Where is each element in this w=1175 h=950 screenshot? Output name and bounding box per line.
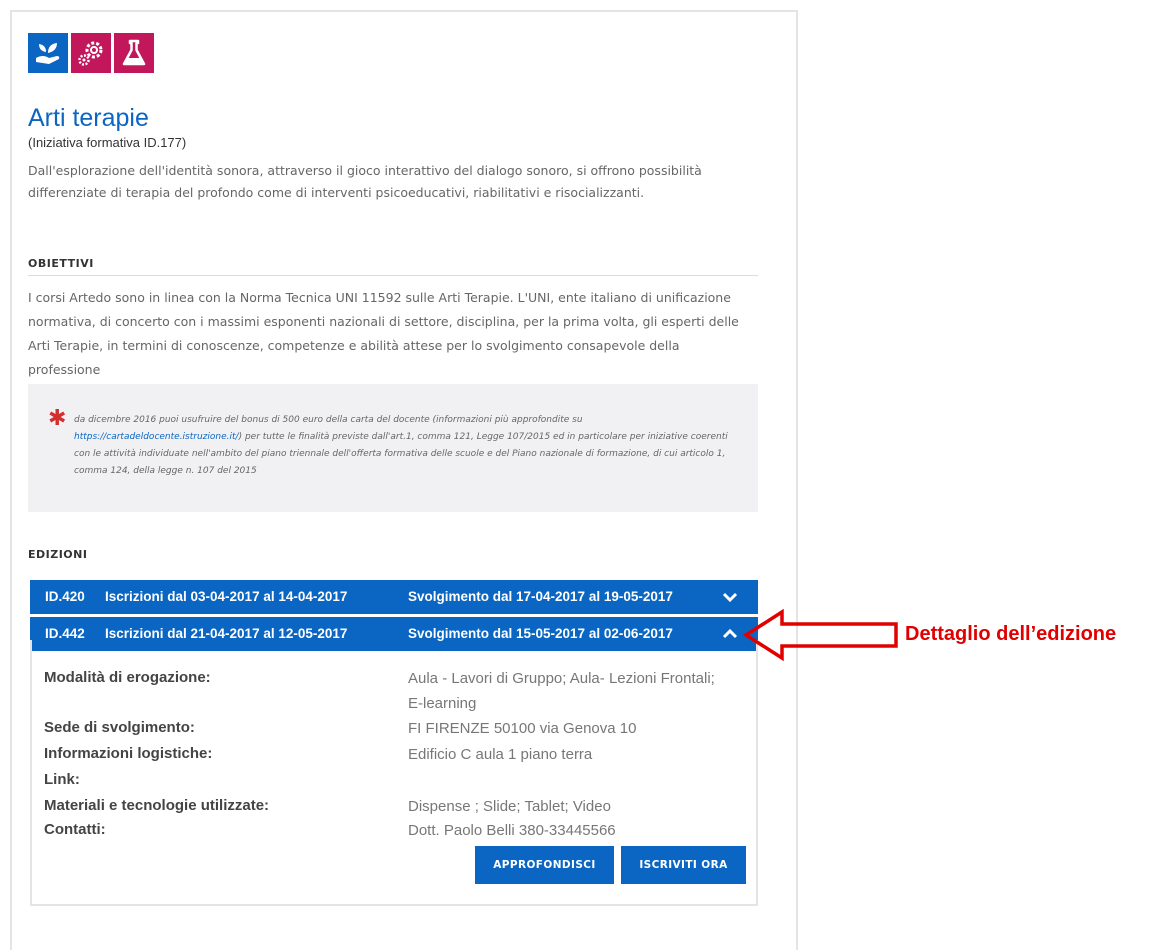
objectives-heading: OBIETTIVI: [28, 257, 94, 270]
detail-label: Link:: [44, 771, 80, 788]
edition-id: ID.442: [45, 626, 85, 641]
detail-label: Modalità di erogazione:: [44, 669, 211, 686]
flask-icon: [114, 33, 154, 73]
edition-iscrizioni: Iscrizioni dal 03-04-2017 al 14-04-2017: [105, 589, 348, 604]
approfondisci-button[interactable]: APPROFONDISCI: [475, 846, 614, 884]
category-icons: [28, 33, 154, 73]
course-id-subtitle: (Iniziativa formativa ID.177): [28, 135, 187, 150]
edition-row-420[interactable]: ID.420 Iscrizioni dal 03-04-2017 al 14-0…: [30, 580, 758, 614]
page-title: Arti terapie: [28, 104, 149, 132]
note-text-start: da dicembre 2016 puoi usufruire del bonu…: [74, 415, 583, 425]
asterisk-icon: ✱: [48, 406, 67, 431]
iscriviti-ora-button[interactable]: ISCRIVITI ORA: [621, 846, 746, 884]
objectives-divider: [28, 275, 758, 276]
bonus-note: ✱ da dicembre 2016 puoi usufruire del bo…: [28, 384, 758, 512]
course-description: Dall'esplorazione dell'identità sonora, …: [28, 163, 702, 200]
detail-label: Informazioni logistiche:: [44, 745, 213, 762]
bonus-note-text: da dicembre 2016 puoi usufruire del bonu…: [74, 412, 734, 480]
edition-svolgimento: Svolgimento dal 15-05-2017 al 02-06-2017: [408, 626, 673, 641]
detail-value: Dispense ; Slide; Tablet; Video: [408, 798, 611, 815]
detail-label: Materiali e tecnologie utilizzate:: [44, 797, 270, 814]
detail-value: Edificio C aula 1 piano terra: [408, 746, 593, 763]
plant-hand-icon: [28, 33, 68, 73]
edition-id: ID.420: [45, 589, 85, 604]
gears-icon: [71, 33, 111, 73]
callout-label: Dettaglio dell’edizione: [905, 623, 1117, 645]
carta-docente-link[interactable]: https://cartadeldocente.istruzione.it/: [74, 432, 239, 442]
detail-label: Contatti:: [44, 821, 106, 838]
detail-value: Aula - Lavori di Gruppo; Aula- Lezioni F…: [408, 670, 715, 712]
callout-arrow-icon: [742, 608, 898, 662]
editions-heading: EDIZIONI: [28, 548, 88, 561]
detail-label: Sede di svolgimento:: [44, 719, 195, 736]
detail-value: FI FIRENZE 50100 via Genova 10: [408, 720, 637, 737]
chevron-down-icon[interactable]: [720, 587, 740, 607]
edition-iscrizioni: Iscrizioni dal 21-04-2017 al 12-05-2017: [105, 626, 348, 641]
detail-value: Dott. Paolo Belli 380-33445566: [408, 822, 616, 839]
objectives-text: I corsi Artedo sono in linea con la Norm…: [28, 290, 739, 377]
edition-svolgimento: Svolgimento dal 17-04-2017 al 19-05-2017: [408, 589, 673, 604]
